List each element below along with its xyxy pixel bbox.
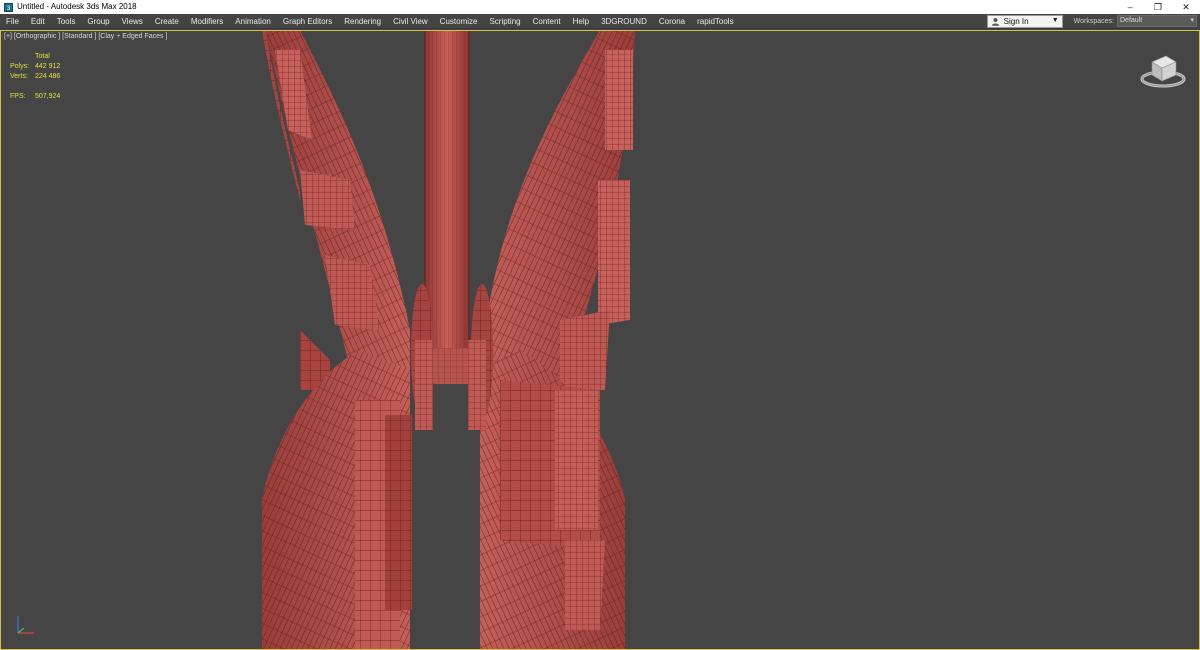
menu-scripting[interactable]: Scripting bbox=[483, 14, 526, 29]
menu-corona[interactable]: Corona bbox=[653, 14, 691, 29]
menu-civil-view[interactable]: Civil View bbox=[387, 14, 434, 29]
menu-graph-editors[interactable]: Graph Editors bbox=[277, 14, 338, 29]
menu-rendering[interactable]: Rendering bbox=[338, 14, 387, 29]
workspace-value: Default bbox=[1120, 17, 1143, 24]
window-title: Untitled - Autodesk 3ds Max 2018 bbox=[17, 2, 137, 11]
sign-in-label: Sign In bbox=[1003, 16, 1029, 26]
menu-views[interactable]: Views bbox=[116, 14, 149, 29]
sign-in-dropdown[interactable]: Sign In ▼ bbox=[986, 14, 1063, 28]
close-button[interactable]: ✕ bbox=[1172, 0, 1200, 14]
right-wing-lower bbox=[480, 350, 625, 650]
clay-mesh-model[interactable] bbox=[0, 30, 1200, 650]
menu-create[interactable]: Create bbox=[149, 14, 185, 29]
menu-modifiers[interactable]: Modifiers bbox=[185, 14, 229, 29]
restore-button[interactable]: ❐ bbox=[1144, 0, 1172, 14]
fps-label: FPS: bbox=[10, 93, 26, 100]
left-wing-upper bbox=[262, 30, 410, 390]
workspaces-label: Workspaces: bbox=[1073, 17, 1114, 25]
menu-help[interactable]: Help bbox=[567, 14, 595, 29]
menu-group[interactable]: Group bbox=[81, 14, 115, 29]
left-wing-lower bbox=[262, 350, 412, 650]
viewcube-icon[interactable] bbox=[1138, 48, 1188, 92]
user-icon bbox=[991, 17, 1000, 26]
viewport-label-menu[interactable]: [+] [Orthographic ] [Standard ] [Clay + … bbox=[4, 33, 167, 40]
menu-tools[interactable]: Tools bbox=[51, 14, 82, 29]
main-menu: File Edit Tools Group Views Create Modif… bbox=[0, 14, 987, 29]
chevron-down-icon: ▾ bbox=[1190, 17, 1194, 24]
chevron-down-icon: ▼ bbox=[1051, 16, 1059, 24]
menu-rapidtools[interactable]: rapidTools bbox=[691, 14, 739, 29]
verts-value: 224 486 bbox=[35, 73, 61, 80]
right-wing-upper bbox=[485, 30, 635, 390]
workspaces-select[interactable]: Default ▾ bbox=[1117, 15, 1197, 27]
menu-content[interactable]: Content bbox=[527, 14, 567, 29]
3ds-max-icon: 3 bbox=[3, 2, 13, 12]
axis-tripod-icon bbox=[10, 613, 40, 641]
perspective-viewport[interactable]: [+] [Orthographic ] [Standard ] [Clay + … bbox=[0, 30, 1200, 650]
menu-animation[interactable]: Animation bbox=[229, 14, 277, 29]
verts-label: Verts: bbox=[10, 73, 28, 80]
center-shaft bbox=[424, 30, 470, 361]
polys-label: Polys: bbox=[10, 63, 30, 70]
title-bar: 3 Untitled - Autodesk 3ds Max 2018 – ❐ ✕ bbox=[0, 0, 1200, 14]
menu-edit[interactable]: Edit bbox=[25, 14, 51, 29]
menu-bar: File Edit Tools Group Views Create Modif… bbox=[0, 14, 1200, 29]
polys-value: 442 912 bbox=[35, 63, 61, 70]
menu-file[interactable]: File bbox=[0, 14, 25, 29]
viewport-statistics: Total Polys: 442 912 Verts: 224 486 FPS: 50… bbox=[10, 52, 95, 102]
menu-customize[interactable]: Customize bbox=[434, 14, 484, 29]
fps-value: 507,924 bbox=[35, 93, 61, 100]
menu-3dground[interactable]: 3DGROUND bbox=[595, 14, 653, 29]
stats-header: Total bbox=[35, 53, 50, 60]
minimize-button[interactable]: – bbox=[1116, 0, 1144, 14]
